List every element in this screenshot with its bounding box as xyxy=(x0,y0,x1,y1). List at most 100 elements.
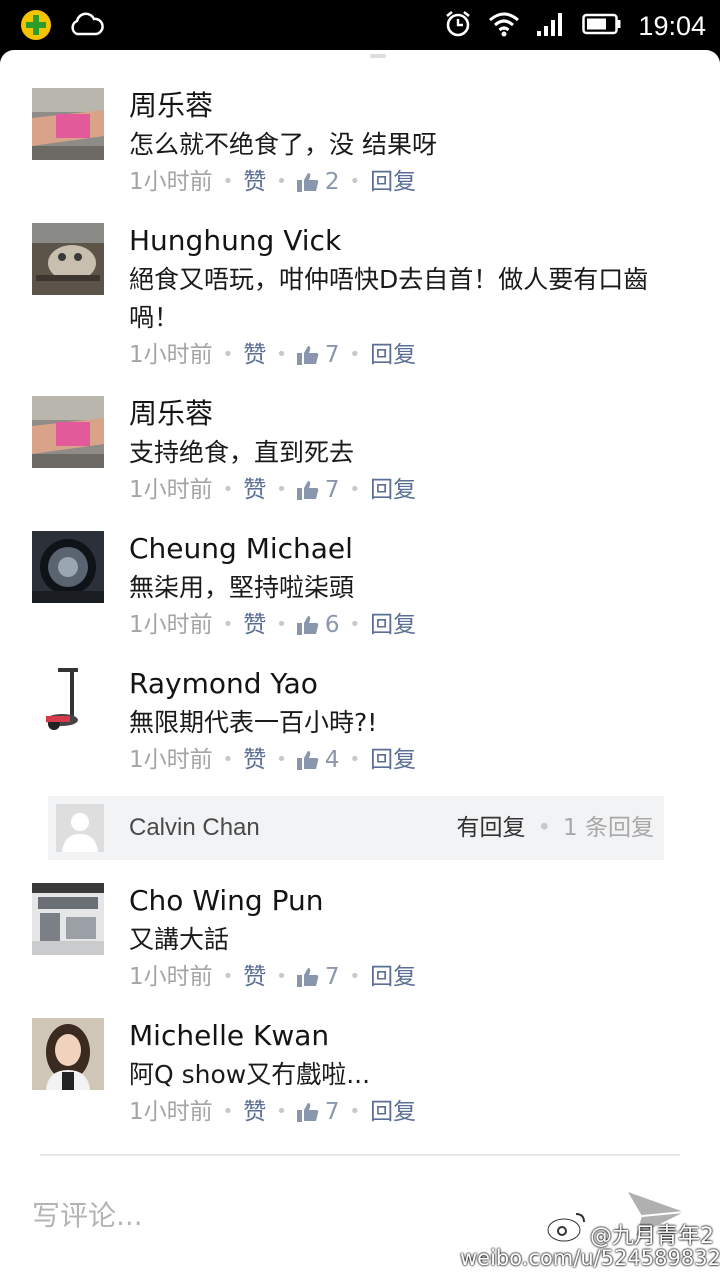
like-button[interactable]: 赞 xyxy=(243,1096,266,1128)
like-button[interactable]: 赞 xyxy=(243,961,266,993)
reply-status: 有回复 • 1 条回复 xyxy=(456,796,654,860)
separator: • xyxy=(349,479,361,500)
comment-text: 絕食又唔玩，咁仲唔快D去自首！做人要有口齒喎！ xyxy=(129,265,649,332)
reply-button[interactable]: 回复 xyxy=(370,474,416,506)
separator: • xyxy=(222,344,234,365)
separator: • xyxy=(222,749,234,770)
separator: • xyxy=(276,344,287,365)
comment-time: 1小时前 xyxy=(129,612,213,638)
reply-button[interactable]: 回复 xyxy=(370,961,416,993)
separator: • xyxy=(276,966,287,987)
separator: • xyxy=(349,344,361,365)
default-avatar[interactable] xyxy=(56,804,104,852)
wifi-icon xyxy=(488,11,520,41)
thumbs-up-icon xyxy=(296,345,319,365)
reply-button[interactable]: 回复 xyxy=(370,339,416,371)
comment-meta: 1小时前 • 赞 • 7 • 回复 xyxy=(129,474,669,506)
alarm-icon xyxy=(444,9,472,43)
weibo-logo-icon xyxy=(546,1208,588,1248)
commenter-name[interactable]: Hunghung Vick xyxy=(129,223,669,259)
separator: • xyxy=(276,1101,287,1122)
comment-time: 1小时前 xyxy=(129,342,213,368)
separator: • xyxy=(222,171,234,192)
separator: • xyxy=(222,966,234,987)
like-count: 7 xyxy=(296,1096,340,1128)
separator: • xyxy=(349,966,361,987)
security-app-icon xyxy=(20,9,52,45)
comment-time: 1小时前 xyxy=(129,477,213,503)
separator: • xyxy=(222,614,234,635)
comment-meta: 1小时前 • 赞 • 7 • 回复 xyxy=(129,1096,669,1128)
avatar[interactable] xyxy=(32,666,104,738)
commenter-name[interactable]: Michelle Kwan xyxy=(129,1018,669,1054)
separator: • xyxy=(276,749,287,770)
commenter-name[interactable]: Raymond Yao xyxy=(129,666,669,702)
thumbs-up-icon xyxy=(296,172,319,192)
like-count: 6 xyxy=(296,609,340,641)
like-count: 7 xyxy=(296,339,340,371)
battery-icon xyxy=(582,12,622,40)
reply-button[interactable]: 回复 xyxy=(370,166,416,198)
like-count-value: 2 xyxy=(324,169,340,195)
comment-text: 無柒用，堅持啦柒頭 xyxy=(129,573,355,602)
avatar[interactable] xyxy=(32,531,104,603)
separator: • xyxy=(276,171,287,192)
like-button[interactable]: 赞 xyxy=(243,744,266,776)
avatar[interactable] xyxy=(32,1018,104,1090)
like-button[interactable]: 赞 xyxy=(243,166,266,198)
avatar[interactable] xyxy=(32,88,104,160)
clock: 19:04 xyxy=(638,10,706,41)
commenter-name[interactable]: Cho Wing Pun xyxy=(129,883,669,919)
signal-icon xyxy=(536,11,566,41)
panel-handle[interactable] xyxy=(370,54,386,58)
divider xyxy=(40,1154,680,1156)
commenter-name[interactable]: 周乐蓉 xyxy=(129,88,669,124)
like-button[interactable]: 赞 xyxy=(243,609,266,641)
commenter-name[interactable]: Cheung Michael xyxy=(129,531,669,567)
reply-count[interactable]: 1 条回复 xyxy=(563,796,654,860)
comment-text: 阿Q show又冇戲啦... xyxy=(129,1060,371,1089)
reply-button[interactable]: 回复 xyxy=(370,744,416,776)
like-count-value: 7 xyxy=(324,477,340,503)
status-bar: 19:04 xyxy=(0,0,720,50)
comment-text: 支持绝食，直到死去 xyxy=(129,438,355,467)
commenter-name[interactable]: 周乐蓉 xyxy=(129,396,669,432)
watermark-url: weibo.com/u/5245898322 xyxy=(460,1246,720,1270)
separator: • xyxy=(222,479,234,500)
cloud-icon xyxy=(68,10,104,44)
like-button[interactable]: 赞 xyxy=(243,339,266,371)
like-count: 7 xyxy=(296,474,340,506)
comment-meta: 1小时前 • 赞 • 6 • 回复 xyxy=(129,609,669,641)
avatar[interactable] xyxy=(32,223,104,295)
like-count: 2 xyxy=(296,166,340,198)
like-button[interactable]: 赞 xyxy=(243,474,266,506)
like-count-value: 7 xyxy=(324,1099,340,1125)
reply-author-name[interactable]: Calvin Chan xyxy=(129,796,260,860)
avatar[interactable] xyxy=(32,883,104,955)
comment-text: 怎么就不绝食了，没 结果呀 xyxy=(129,130,437,159)
like-count: 7 xyxy=(296,961,340,993)
comment-time: 1小时前 xyxy=(129,747,213,773)
avatar[interactable] xyxy=(32,396,104,468)
reply-preview[interactable]: Calvin Chan 有回复 • 1 条回复 xyxy=(48,796,664,860)
separator: • xyxy=(349,614,361,635)
separator: • xyxy=(276,479,287,500)
like-count-value: 6 xyxy=(324,612,340,638)
comment-meta: 1小时前 • 赞 • 7 • 回复 xyxy=(129,961,669,993)
comment-time: 1小时前 xyxy=(129,169,213,195)
comment-time: 1小时前 xyxy=(129,1099,213,1125)
thumbs-up-icon xyxy=(296,750,319,770)
comment-input[interactable]: 写评论... xyxy=(32,1196,143,1236)
like-count-value: 7 xyxy=(324,342,340,368)
reply-button[interactable]: 回复 xyxy=(370,609,416,641)
comments-panel: 周乐蓉 怎么就不绝食了，没 结果呀 1小时前 • 赞 • 2 • 回复 Hung… xyxy=(0,50,720,1280)
reply-button[interactable]: 回复 xyxy=(370,1096,416,1128)
separator: • xyxy=(222,1101,234,1122)
has-reply-label: 有回复 xyxy=(456,815,526,841)
separator: • xyxy=(276,614,287,635)
comment-meta: 1小时前 • 赞 • 7 • 回复 xyxy=(129,339,669,371)
like-count: 4 xyxy=(296,744,340,776)
thumbs-up-icon xyxy=(296,615,319,635)
like-count-value: 7 xyxy=(324,964,340,990)
separator: • xyxy=(349,1101,361,1122)
